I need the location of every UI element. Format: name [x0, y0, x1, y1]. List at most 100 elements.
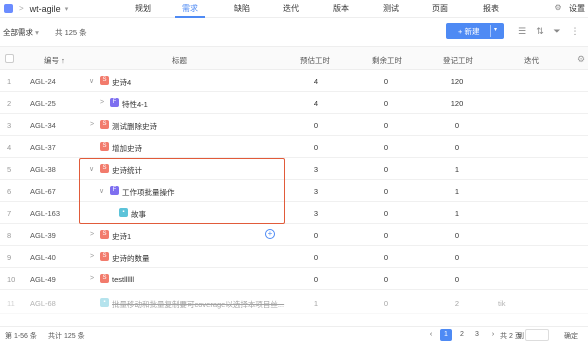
- pagination-bar: 第 1-56 条 共计 125 条 ‹ 1 2 3 › 共 2 页 到 确定: [0, 326, 588, 341]
- row-index: 10: [7, 275, 16, 284]
- tab-reports[interactable]: 报表: [483, 3, 499, 14]
- column-header-iteration[interactable]: 迭代: [524, 55, 539, 66]
- row-key[interactable]: AGL-38: [30, 165, 56, 174]
- column-header-logged[interactable]: 登记工时: [443, 55, 473, 66]
- row-remaining: 0: [383, 165, 389, 174]
- row-estimate: 3: [313, 165, 319, 174]
- row-key[interactable]: AGL-24: [30, 77, 56, 86]
- select-all-checkbox[interactable]: [5, 54, 14, 63]
- row-key[interactable]: AGL-67: [30, 187, 56, 196]
- chevron-right-icon[interactable]: >: [90, 231, 94, 238]
- column-header-key[interactable]: 编号 ↑: [44, 55, 65, 66]
- row-key[interactable]: AGL-34: [30, 121, 56, 130]
- tab-plan[interactable]: 规划: [135, 3, 151, 14]
- page-jump-input[interactable]: [525, 329, 549, 341]
- row-title[interactable]: testllllll: [112, 275, 134, 284]
- add-child-icon[interactable]: +: [265, 229, 275, 239]
- prev-page-icon[interactable]: ‹: [425, 329, 437, 341]
- table-row[interactable]: 11 AGL-68 ▪ 批量移动和批量复制要可coverage以选择本项目丝..…: [0, 292, 588, 314]
- row-key[interactable]: AGL-37: [30, 143, 56, 152]
- column-header-title[interactable]: 标题: [172, 55, 187, 66]
- row-logged: 1: [454, 165, 460, 174]
- row-index: 2: [7, 99, 12, 108]
- row-key[interactable]: AGL-25: [30, 99, 56, 108]
- settings-link[interactable]: 设置: [569, 3, 585, 14]
- row-estimate: 4: [313, 99, 319, 108]
- row-remaining: 0: [383, 187, 389, 196]
- row-title[interactable]: 增加史诗: [112, 143, 142, 154]
- table-row[interactable]: 2 AGL-25 > F 特性4-1 4 0 120: [0, 92, 588, 114]
- tab-testing[interactable]: 测试: [383, 3, 399, 14]
- row-index: 1: [7, 77, 12, 86]
- chevron-down-icon[interactable]: ▾: [494, 26, 497, 33]
- tab-bugs[interactable]: 缺陷: [234, 3, 250, 14]
- row-title[interactable]: 特性4-1: [122, 99, 148, 110]
- page-button-3[interactable]: 3: [471, 329, 483, 341]
- confirm-button[interactable]: 确定: [564, 331, 578, 341]
- row-key[interactable]: AGL-68: [30, 299, 56, 308]
- row-logged: 120: [450, 77, 464, 86]
- row-title[interactable]: 史诗的数量: [112, 253, 150, 264]
- row-logged: 2: [454, 299, 460, 308]
- row-key[interactable]: AGL-39: [30, 231, 56, 240]
- epic-icon: S: [100, 76, 109, 85]
- row-logged: 0: [454, 231, 460, 240]
- row-remaining: 0: [383, 231, 389, 240]
- tab-versions[interactable]: 版本: [333, 3, 349, 14]
- table-row[interactable]: 1 AGL-24 ∨ S 史诗4 4 0 120: [0, 70, 588, 92]
- row-key[interactable]: AGL-40: [30, 253, 56, 262]
- tab-pages[interactable]: 页面: [432, 3, 448, 14]
- funnel-icon[interactable]: ⏷: [552, 26, 562, 36]
- row-title[interactable]: 批量移动和批量复制要可coverage以选择本项目丝...: [112, 299, 284, 310]
- table-row[interactable]: 4 AGL-37 S 增加史诗 0 0 0: [0, 136, 588, 158]
- filter-settings-icon[interactable]: ☰: [517, 26, 527, 36]
- row-index: 8: [7, 231, 12, 240]
- sort-icon[interactable]: ⇅: [535, 26, 545, 36]
- chevron-down-icon[interactable]: ∨: [89, 77, 94, 85]
- page-button-2[interactable]: 2: [456, 329, 468, 341]
- table-row[interactable]: 8 AGL-39 > S 史诗1 + 0 0 0: [0, 224, 588, 246]
- filter-dropdown[interactable]: 全部需求 ▾: [3, 27, 39, 38]
- epic-icon: S: [100, 274, 109, 283]
- tab-requirements[interactable]: 需求: [182, 3, 198, 14]
- row-remaining: 0: [383, 209, 389, 218]
- table-row[interactable]: 3 AGL-34 > S 测试删除史诗 0 0 0: [0, 114, 588, 136]
- row-logged: 1: [454, 209, 460, 218]
- row-index: 4: [7, 143, 12, 152]
- page-button-1[interactable]: 1: [440, 329, 452, 341]
- chevron-right-icon[interactable]: >: [90, 275, 94, 282]
- new-button[interactable]: + 新建 ▾: [446, 23, 504, 39]
- chevron-right-icon[interactable]: >: [90, 253, 94, 260]
- table-row[interactable]: 9 AGL-40 > S 史诗的数量 0 0 0: [0, 246, 588, 268]
- row-index: 3: [7, 121, 12, 130]
- table-row[interactable]: 10 AGL-49 > S testllllll 0 0 0: [0, 268, 588, 290]
- next-page-icon[interactable]: ›: [487, 329, 499, 341]
- row-estimate: 0: [313, 275, 319, 284]
- row-estimate: 0: [313, 121, 319, 130]
- row-title[interactable]: 测试删除史诗: [112, 121, 157, 132]
- filter-label: 全部需求: [3, 28, 33, 37]
- table-header: 编号 ↑ 标题 预估工时 剩余工时 登记工时 迭代 ⚙: [0, 46, 588, 70]
- gear-icon[interactable]: ⚙: [554, 3, 561, 12]
- column-header-remaining[interactable]: 剩余工时: [372, 55, 402, 66]
- row-key[interactable]: AGL-163: [30, 209, 60, 218]
- row-title[interactable]: 史诗4: [112, 77, 131, 88]
- more-icon[interactable]: ⋮: [570, 26, 580, 36]
- row-logged: 0: [454, 143, 460, 152]
- epic-icon: S: [100, 252, 109, 261]
- project-nav-tabs: 规划 需求 缺陷 迭代 版本 测试 页面 报表 ⚙ 设置: [0, 0, 588, 18]
- chevron-right-icon[interactable]: >: [90, 121, 94, 128]
- row-title[interactable]: 史诗1: [112, 231, 131, 242]
- column-settings-icon[interactable]: ⚙: [577, 54, 587, 64]
- chevron-down-icon: ▾: [35, 28, 39, 37]
- row-logged: 0: [454, 253, 460, 262]
- column-header-estimate[interactable]: 预估工时: [300, 55, 330, 66]
- chevron-right-icon[interactable]: >: [100, 99, 104, 106]
- tab-iterations[interactable]: 迭代: [283, 3, 299, 14]
- row-estimate: 3: [313, 209, 319, 218]
- epic-icon: S: [100, 142, 109, 151]
- toolbar: 全部需求 ▾ 共 125 条 + 新建 ▾ ☰ ⇅ ⏷ ⋮: [0, 18, 588, 44]
- row-key[interactable]: AGL-49: [30, 275, 56, 284]
- range-label: 第 1-56 条: [5, 333, 37, 340]
- row-logged: 1: [454, 187, 460, 196]
